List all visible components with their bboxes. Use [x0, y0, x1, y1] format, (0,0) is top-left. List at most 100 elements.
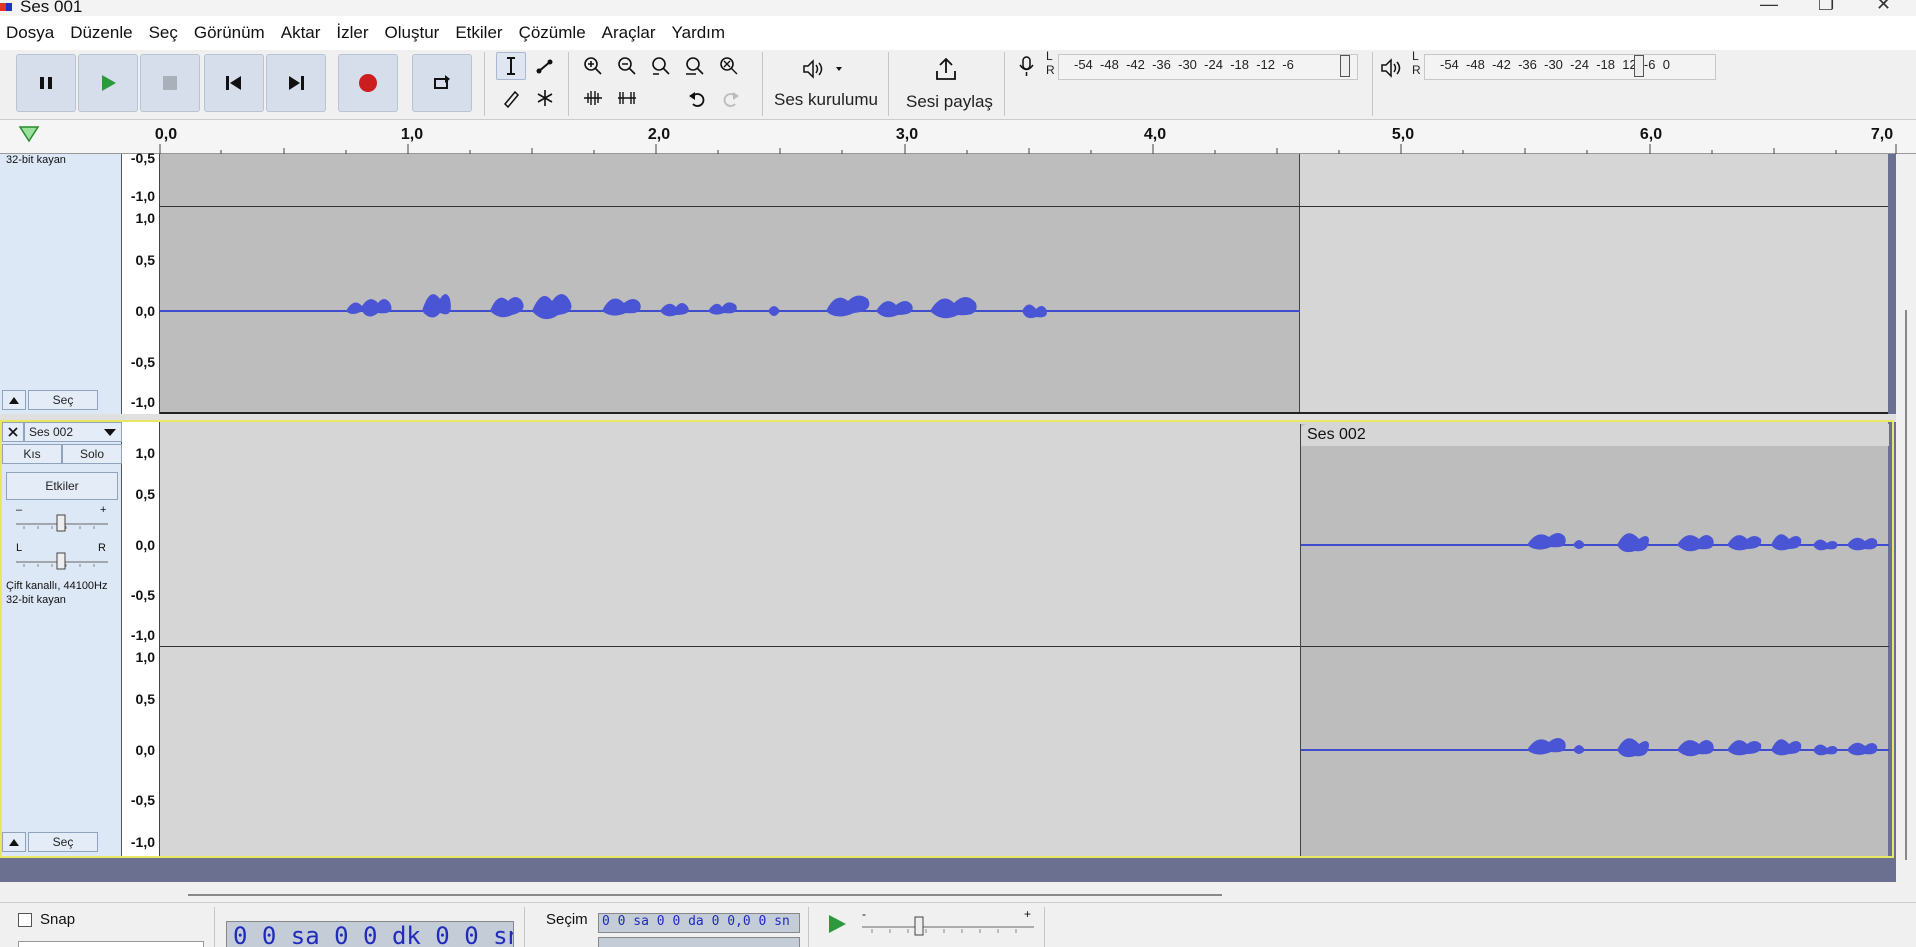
track1-waveform-area[interactable]: [160, 154, 1888, 414]
time-display[interactable]: 0 0 sa 0 0 dk 0 0 sn: [226, 921, 514, 947]
fit-project-button[interactable]: [680, 52, 710, 80]
track1-control-panel[interactable]: 32-bit kayan Seç: [0, 154, 122, 414]
audio-setup-label: Ses kurulumu: [774, 90, 878, 109]
share-audio-button[interactable]: Sesi paylaş: [896, 52, 996, 116]
menu-tools[interactable]: Araçlar: [602, 23, 656, 43]
silence-audio-button[interactable]: [612, 84, 642, 112]
playback-speed-slider[interactable]: [860, 913, 1036, 937]
chevron-down-icon: [104, 429, 116, 436]
minimize-icon[interactable]: —: [1760, 0, 1778, 15]
track1-waveform: [160, 294, 1300, 320]
fit-selection-button[interactable]: [646, 52, 676, 80]
pause-icon: [40, 77, 52, 89]
track2-effects-button[interactable]: Etkiler: [6, 472, 118, 500]
play-at-speed-button[interactable]: [826, 913, 848, 935]
menu-help[interactable]: Yardım: [672, 23, 726, 43]
play-level-slider-thumb[interactable]: [1634, 55, 1644, 77]
track1-vertical-scale[interactable]: -0,5 -1,0 1,0 0,5 0,0 -0,5 -1,0: [122, 150, 160, 414]
track2-waveform-area[interactable]: Ses 002: [160, 422, 1889, 856]
track1-scale-label: 0,5: [135, 252, 155, 268]
collapse-arrow-icon: [9, 839, 19, 846]
selection-start-time[interactable]: 0 0 sa 0 0 da 0 0,0 0 sn: [598, 913, 800, 933]
track2-format-line2: 32-bit kayan: [6, 594, 66, 606]
multi-tool[interactable]: [530, 84, 560, 112]
loop-button[interactable]: [412, 54, 472, 112]
track2-scale-label: -0,5: [130, 792, 155, 808]
trim-outside-button[interactable]: [578, 84, 608, 112]
menu-effect[interactable]: Etkiler: [455, 23, 502, 43]
pan-slider[interactable]: [14, 550, 110, 572]
gain-slider[interactable]: [14, 512, 110, 534]
draw-tool[interactable]: [496, 84, 526, 112]
track1-collapse-button[interactable]: [2, 390, 26, 410]
track2-vertical-scale[interactable]: 1,0 0,5 0,0 -0,5 -1,0 1,0 0,5 0,0 -0,5 -…: [122, 422, 160, 856]
zoom-out-button[interactable]: [612, 52, 642, 80]
horizontal-scrollbar[interactable]: [0, 882, 1916, 902]
microphone-icon[interactable]: [1018, 56, 1036, 78]
play-button[interactable]: [78, 54, 138, 112]
track2-name-menu[interactable]: Ses 002: [24, 422, 122, 442]
menu-generate[interactable]: Oluştur: [385, 23, 440, 43]
menu-analyze[interactable]: Çözümle: [519, 23, 586, 43]
record-button[interactable]: [338, 54, 398, 112]
envelope-tool[interactable]: [530, 52, 560, 80]
record-meter-scale: -54 -48 -42 -36 -30 -24 -18 -12 -6: [1074, 57, 1294, 72]
loop-icon: [434, 75, 450, 89]
vertical-scrollbar[interactable]: [1896, 154, 1916, 860]
selection-tool[interactable]: [496, 52, 526, 80]
timeline-ruler[interactable]: 0,0 1,0 2,0 3,0 4,0 5,0 6,0 7,0: [0, 120, 1916, 154]
track2-close-button[interactable]: [2, 422, 24, 442]
skip-end-button[interactable]: [266, 54, 326, 112]
skip-start-button[interactable]: [204, 54, 264, 112]
zoom-toggle-button[interactable]: [714, 52, 744, 80]
track-area-bottom: [0, 860, 1896, 882]
horizontal-scroll-thumb[interactable]: [188, 894, 1222, 896]
menu-select[interactable]: Seç: [149, 23, 178, 43]
track2-select-button[interactable]: Seç: [28, 832, 98, 852]
ruler-label-2: 2,0: [647, 126, 671, 143]
track2-control-panel[interactable]: Ses 002 Kıs Solo Etkiler – + L R Çift ka…: [2, 422, 122, 856]
pencil-icon: [503, 90, 520, 108]
ruler-label-1: 1,0: [400, 126, 424, 143]
zoom-in-button[interactable]: [578, 52, 608, 80]
ruler-label-0: 0,0: [154, 126, 178, 143]
track2-collapse-button[interactable]: [2, 832, 26, 852]
redo-button[interactable]: [716, 84, 746, 112]
selection-end-time[interactable]: [598, 937, 800, 947]
menu-transport[interactable]: Aktar: [281, 23, 321, 43]
track2-mute-button[interactable]: Kıs: [2, 444, 62, 464]
menu-tracks[interactable]: İzler: [336, 23, 368, 43]
menu-view[interactable]: Görünüm: [194, 23, 265, 43]
ruler-ticks: [159, 144, 1897, 154]
play-meter-l: L: [1412, 49, 1419, 63]
zoom-in-icon: [584, 57, 602, 75]
record-level-slider-thumb[interactable]: [1340, 55, 1350, 77]
track2-clip[interactable]: Ses 002: [1300, 424, 1889, 856]
restore-icon[interactable]: ❐: [1818, 0, 1834, 15]
track2-scale-label: -1,0: [130, 834, 155, 850]
track2-scale-label: 0,0: [135, 742, 155, 758]
menu-bar: Dosya Düzenle Seç Görünüm Aktar İzler Ol…: [0, 16, 1916, 50]
menu-file[interactable]: Dosya: [6, 23, 54, 43]
track1-select-button[interactable]: Seç: [28, 390, 98, 410]
stop-icon: [163, 76, 177, 90]
audacity-app-icon: [0, 3, 12, 11]
stop-button[interactable]: [140, 54, 200, 112]
track2-solo-button[interactable]: Solo: [62, 444, 122, 464]
pause-button[interactable]: [16, 54, 76, 112]
zoom-out-icon: [618, 57, 636, 75]
play-meter-r: R: [1412, 63, 1421, 77]
vertical-scroll-thumb[interactable]: [1905, 310, 1907, 860]
track1-scale-label: 0,0: [135, 303, 155, 319]
track2-scale-label: -0,5: [130, 587, 155, 603]
snap-dropdown[interactable]: [18, 941, 204, 947]
record-meter-l: L: [1046, 49, 1053, 63]
speaker-icon[interactable]: [1380, 58, 1406, 78]
snap-checkbox[interactable]: [18, 913, 32, 927]
track1-scale-label: -0,5: [130, 354, 155, 370]
undo-button[interactable]: [682, 84, 712, 112]
track2-scale-label: 1,0: [135, 649, 155, 665]
audio-setup-button[interactable]: Ses kurulumu: [768, 52, 882, 116]
close-icon[interactable]: ✕: [1876, 0, 1891, 15]
menu-edit[interactable]: Düzenle: [70, 23, 132, 43]
